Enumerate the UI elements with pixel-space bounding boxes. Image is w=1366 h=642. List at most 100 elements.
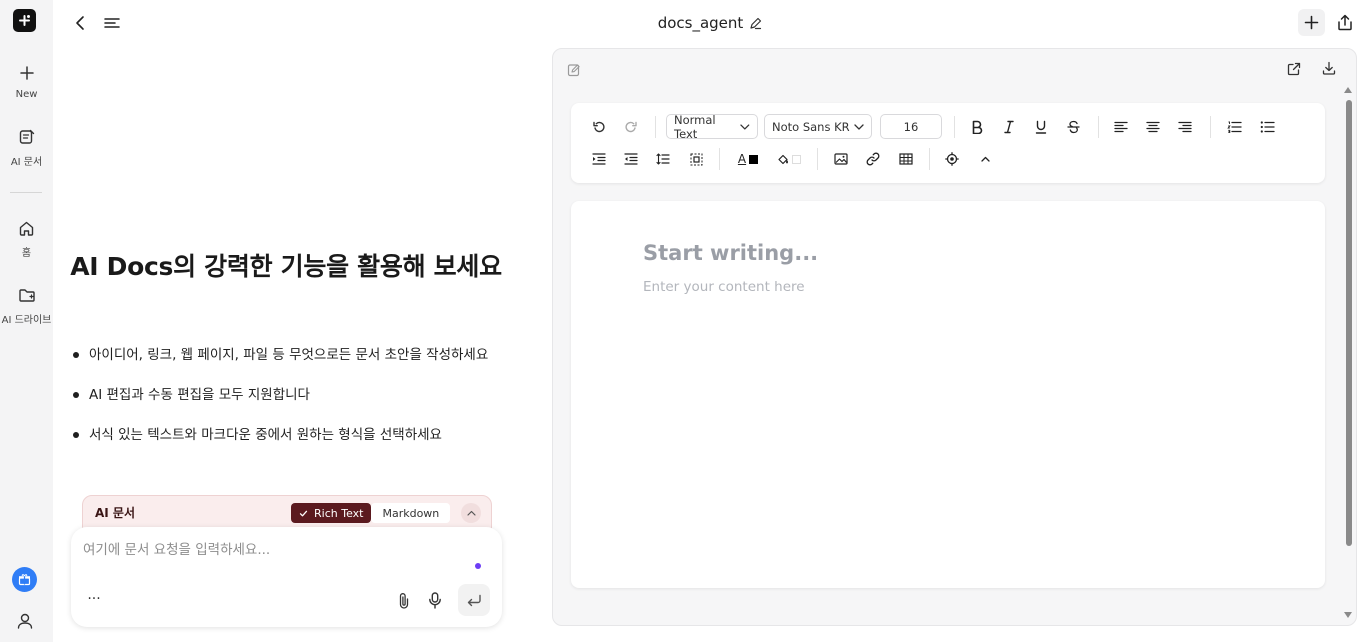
block-frame-button[interactable] — [685, 148, 707, 170]
paint-bucket-icon — [778, 154, 788, 164]
left-rail: New AI 문서 홈 AI 드라이브 — [0, 0, 53, 642]
toolbar-divider — [655, 116, 656, 138]
more-options-button[interactable]: ··· — [84, 589, 104, 609]
feature-item: AI 편집과 수동 편집을 모두 지원합니다 — [73, 383, 513, 423]
scrollbar-thumb[interactable] — [1346, 100, 1352, 546]
download-button[interactable] — [1320, 59, 1338, 77]
rail-divider — [10, 192, 42, 193]
share-icon — [1338, 14, 1352, 31]
feature-item: 서식 있는 텍스트와 마크다운 중에서 원하는 형식을 선택하세요 — [73, 423, 513, 463]
edit-mode-button[interactable] — [565, 61, 583, 79]
line-height-button[interactable] — [652, 148, 674, 170]
toolbar-divider — [1098, 116, 1099, 138]
chevron-down-icon — [854, 123, 864, 130]
back-icon[interactable] — [70, 12, 90, 34]
underline-button[interactable] — [1030, 116, 1052, 138]
prompt-input[interactable] — [83, 539, 463, 561]
document-title[interactable]: docs_agent — [640, 12, 780, 34]
bold-button[interactable] — [966, 116, 988, 138]
editor-body-placeholder[interactable]: Enter your content here — [643, 279, 805, 295]
toolbar-divider — [954, 116, 955, 138]
open-external-button[interactable] — [1285, 60, 1303, 78]
insert-link-button[interactable] — [862, 148, 884, 170]
bullet-list-button[interactable] — [1256, 116, 1278, 138]
rail-ai-drive-button[interactable]: AI 드라이브 — [0, 284, 53, 326]
frame-icon — [690, 153, 702, 165]
scroll-up-arrow[interactable] — [1344, 87, 1352, 93]
indent-button[interactable] — [588, 148, 610, 170]
chevron-down-icon — [740, 123, 750, 130]
editor-title-placeholder[interactable]: Start writing... — [643, 241, 818, 265]
strikethrough-button[interactable] — [1062, 116, 1084, 138]
insert-table-button[interactable] — [895, 148, 917, 170]
align-left-button[interactable] — [1110, 116, 1132, 138]
line-height-icon — [656, 153, 670, 165]
numbered-list-icon — [1226, 121, 1242, 133]
rail-ai-docs-button[interactable]: AI 문서 — [0, 126, 53, 168]
font-size-input[interactable] — [880, 114, 942, 139]
outdent-icon — [624, 153, 638, 165]
outdent-button[interactable] — [620, 148, 642, 170]
share-button[interactable] — [1333, 9, 1357, 36]
chevron-up-icon — [466, 510, 476, 516]
image-icon — [834, 153, 848, 165]
align-left-icon — [1114, 121, 1128, 133]
editor-page[interactable]: Start writing... Enter your content here — [571, 201, 1325, 588]
insert-image-button[interactable] — [830, 148, 852, 170]
voice-input-button[interactable] — [424, 589, 446, 611]
gift-icon[interactable] — [12, 567, 37, 592]
chevron-up-icon — [980, 156, 990, 162]
bold-icon — [972, 120, 983, 134]
align-right-button[interactable] — [1174, 116, 1196, 138]
collapse-button[interactable] — [461, 503, 481, 523]
pencil-icon — [750, 17, 762, 29]
table-icon — [899, 153, 913, 165]
scroll-down-arrow[interactable] — [1344, 612, 1352, 618]
text-color-swatch — [749, 154, 759, 164]
prompt-composer: ··· — [71, 527, 502, 627]
ai-doc-card-title: AI 문서 — [95, 506, 136, 520]
align-center-button[interactable] — [1142, 116, 1164, 138]
italic-button[interactable] — [998, 116, 1020, 138]
markdown-label: Markdown — [382, 506, 440, 520]
redo-button[interactable] — [620, 116, 642, 138]
italic-icon — [1004, 120, 1014, 134]
attach-button[interactable] — [393, 589, 415, 611]
numbered-list-button[interactable] — [1223, 116, 1245, 138]
check-icon — [299, 510, 308, 516]
doc-edit-icon — [16, 126, 38, 148]
send-button[interactable] — [458, 584, 490, 616]
highlight-color-swatch — [792, 154, 801, 164]
microphone-icon — [429, 591, 441, 609]
strikethrough-icon — [1066, 120, 1080, 134]
feature-list: 아이디어, 링크, 웹 페이지, 파일 등 무엇으로든 문서 초안을 작성하세요… — [73, 343, 513, 463]
markdown-toggle[interactable]: Markdown — [371, 503, 451, 523]
feature-item: 아이디어, 링크, 웹 페이지, 파일 등 무엇으로든 문서 초안을 작성하세요 — [73, 343, 513, 383]
text-color-button[interactable]: A — [733, 148, 763, 170]
external-link-icon — [1287, 62, 1301, 76]
rail-new-button[interactable]: New — [0, 62, 53, 100]
rail-home-button[interactable]: 홈 — [0, 217, 53, 259]
menu-icon[interactable] — [102, 13, 122, 33]
user-profile-icon[interactable] — [15, 611, 35, 631]
text-color-glyph: A — [737, 152, 747, 166]
collapse-toolbar-button[interactable] — [974, 148, 996, 170]
highlight-color-button[interactable] — [774, 148, 804, 170]
status-dot — [475, 563, 481, 569]
plus-icon — [1304, 15, 1319, 30]
rich-text-toggle[interactable]: Rich Text — [291, 503, 372, 523]
rail-ai-docs-label: AI 문서 — [10, 157, 43, 168]
align-right-icon — [1178, 121, 1192, 133]
hero-title: AI Docs의 강력한 기능을 활용해 보세요 — [70, 252, 502, 281]
undo-button[interactable] — [588, 116, 610, 138]
new-document-button[interactable] — [1298, 9, 1325, 36]
font-family-select[interactable]: Noto Sans KR — [764, 114, 872, 139]
ai-assist-button[interactable] — [941, 148, 963, 170]
underline-icon — [1035, 120, 1047, 134]
download-icon — [1322, 61, 1336, 75]
enter-icon — [467, 594, 481, 606]
block-style-select[interactable]: Normal Text — [666, 113, 758, 141]
toolbar-divider — [929, 148, 930, 170]
paperclip-icon — [399, 592, 409, 609]
app-logo-icon[interactable] — [13, 9, 36, 32]
